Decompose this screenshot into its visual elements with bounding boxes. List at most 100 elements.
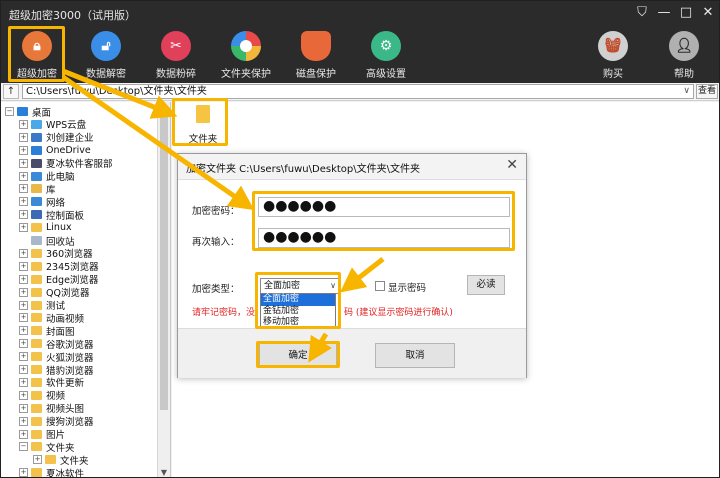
shred-button[interactable]: ✂ 数据粉碎 (144, 31, 208, 83)
expand-icon[interactable]: + (19, 390, 28, 400)
tree-item[interactable]: + 测试 (19, 299, 65, 312)
tree-item[interactable]: + 库 (19, 182, 56, 196)
expand-icon[interactable]: + (19, 339, 28, 349)
password-label: 加密密码： (192, 206, 240, 217)
expand-icon[interactable]: + (19, 261, 28, 271)
tree-item-label: 测试 (46, 301, 66, 312)
tree-item[interactable]: + 控制面板 (19, 208, 84, 222)
expand-icon[interactable]: + (19, 365, 28, 374)
tree-item-label: 刘创建企业 (46, 133, 94, 145)
expand-icon[interactable]: + (19, 145, 28, 155)
skin-icon[interactable]: ⛉ (635, 4, 649, 22)
folder-icon (31, 403, 42, 413)
expand-icon[interactable]: + (19, 326, 28, 336)
path-combo[interactable]: C:\Users\fuwu\Desktop\文件夹\文件夹 ∨ (22, 84, 694, 99)
folder-icon (31, 390, 42, 400)
expand-icon[interactable]: + (19, 416, 28, 426)
tree-item[interactable]: + 谷歌浏览器 (19, 337, 94, 351)
collapse-icon[interactable]: − (5, 107, 14, 116)
tree-item[interactable]: + 此电脑 (19, 170, 75, 183)
tree-item[interactable]: + 夏冰软件客服部 (19, 157, 113, 170)
shield-icon (301, 31, 331, 61)
tree-item[interactable]: + 夏冰软件 (19, 466, 84, 477)
expand-icon[interactable]: + (19, 223, 28, 233)
dialog-close-icon[interactable]: ✕ (506, 157, 518, 173)
close-button[interactable]: ✕ (701, 4, 715, 22)
tree-item[interactable]: 回收站 (19, 234, 75, 248)
expand-icon[interactable]: + (19, 197, 28, 207)
expand-icon[interactable]: + (19, 468, 28, 477)
expand-icon[interactable]: + (19, 158, 28, 168)
tree-item[interactable]: + 封面图 (19, 324, 75, 338)
tree-item[interactable]: + OneDrive (19, 144, 91, 157)
scroll-down-icon[interactable]: ▼ (158, 467, 170, 477)
tree-item-label: QQ浏览器 (46, 288, 90, 300)
maximize-button[interactable]: □ (679, 4, 693, 22)
expand-icon[interactable]: + (19, 403, 28, 413)
tree-item[interactable]: + QQ浏览器 (19, 286, 89, 299)
up-arrow-icon[interactable]: ↑ (3, 84, 19, 99)
scroll-thumb[interactable] (160, 115, 168, 410)
tree-scrollbar[interactable]: ▲ ▼ (157, 102, 170, 477)
buy-button[interactable]: 🧺︎ 购买 (581, 31, 645, 83)
app-window: 超级加密3000（试用版） ⛉ — □ ✕ 🔒︎ 超级加密 🔓︎ 数据解密 ✂ … (0, 0, 720, 478)
tree-item[interactable]: + 刘创建企业 (19, 131, 94, 144)
chevron-down-icon[interactable]: ∨ (683, 85, 690, 98)
tree-item[interactable]: + 视频头图 (19, 402, 84, 415)
expand-icon[interactable]: + (19, 274, 28, 284)
decrypt-button[interactable]: 🔓︎ 数据解密 (74, 31, 138, 83)
tree-item[interactable]: + 搜狗浏览器 (19, 415, 94, 428)
tree-item[interactable]: + 文件夹 (33, 453, 89, 467)
folder-icon (31, 468, 42, 477)
expand-icon[interactable]: + (19, 184, 28, 194)
expand-icon[interactable]: + (19, 171, 28, 181)
show-password-checkbox[interactable] (375, 281, 385, 291)
expand-icon[interactable]: + (19, 132, 28, 142)
view-button[interactable]: 查看 (696, 84, 718, 99)
toolbar-label: 数据粉碎 (156, 69, 196, 80)
expand-icon[interactable]: + (19, 313, 28, 323)
expand-icon[interactable]: + (19, 300, 28, 310)
expand-icon[interactable]: + (19, 287, 28, 297)
expand-icon[interactable]: + (19, 210, 28, 220)
help-button[interactable]: 👤︎ 帮助 (652, 31, 716, 83)
tree-item[interactable]: − 桌面 (5, 105, 51, 119)
cancel-button[interactable]: 取消 (375, 343, 455, 368)
collapse-icon[interactable]: − (19, 442, 28, 452)
tree-item-label: WPS云盘 (46, 120, 87, 132)
folder-tree: − 桌面 + WPS云盘 + 刘创建企业 + OneDrive + 夏冰软件客服部 + 此电脑 + 库 + 网… (1, 102, 171, 477)
tree-item[interactable]: + WPS云盘 (19, 118, 86, 131)
tree-item[interactable]: + 动画视频 (19, 311, 85, 325)
folder-icon (31, 274, 42, 284)
tree-item[interactable]: +2345浏览器 (19, 260, 99, 273)
tree-item[interactable]: + Linux (19, 221, 72, 234)
must-read-button[interactable]: 必读 (467, 275, 505, 295)
tree-item[interactable]: +360浏览器 (19, 247, 93, 260)
expand-icon[interactable]: + (19, 248, 28, 258)
tree-item[interactable]: + 图片 (19, 428, 65, 441)
tree-item[interactable]: + 网络 (19, 195, 65, 209)
folder-icon (31, 377, 42, 387)
tree-item[interactable]: + 软件更新 (19, 376, 84, 389)
expand-icon[interactable]: + (19, 119, 28, 129)
tree-item[interactable]: + Edge浏览器 (19, 273, 98, 286)
tree-item[interactable]: + 视频 (19, 389, 65, 402)
tree-item-label: 动画视频 (46, 313, 85, 325)
expand-icon[interactable]: + (19, 429, 28, 439)
scroll-up-icon[interactable]: ▲ (158, 102, 170, 114)
expand-icon[interactable]: + (19, 352, 28, 362)
highlight-ok-button (256, 341, 340, 368)
warning-text-left: 请牢记密码，没 (192, 308, 256, 318)
minimize-button[interactable]: — (657, 4, 671, 22)
tree-item[interactable]: + 火狐浏览器 (19, 350, 94, 364)
tree-item-label: 搜狗浏览器 (46, 417, 94, 429)
tree-item[interactable]: + 猎豹浏览器 (19, 363, 94, 377)
folder-icon (31, 145, 42, 155)
folder-protect-button[interactable]: 文件夹保护 (214, 31, 278, 83)
disk-protect-button[interactable]: 磁盘保护 (284, 31, 348, 83)
tree-item[interactable]: − 文件夹 (19, 440, 75, 454)
expand-icon[interactable]: + (33, 455, 42, 465)
advanced-settings-button[interactable]: ⚙ 高级设置 (354, 31, 418, 83)
expand-icon[interactable]: + (19, 377, 28, 387)
folder-icon (31, 300, 42, 310)
